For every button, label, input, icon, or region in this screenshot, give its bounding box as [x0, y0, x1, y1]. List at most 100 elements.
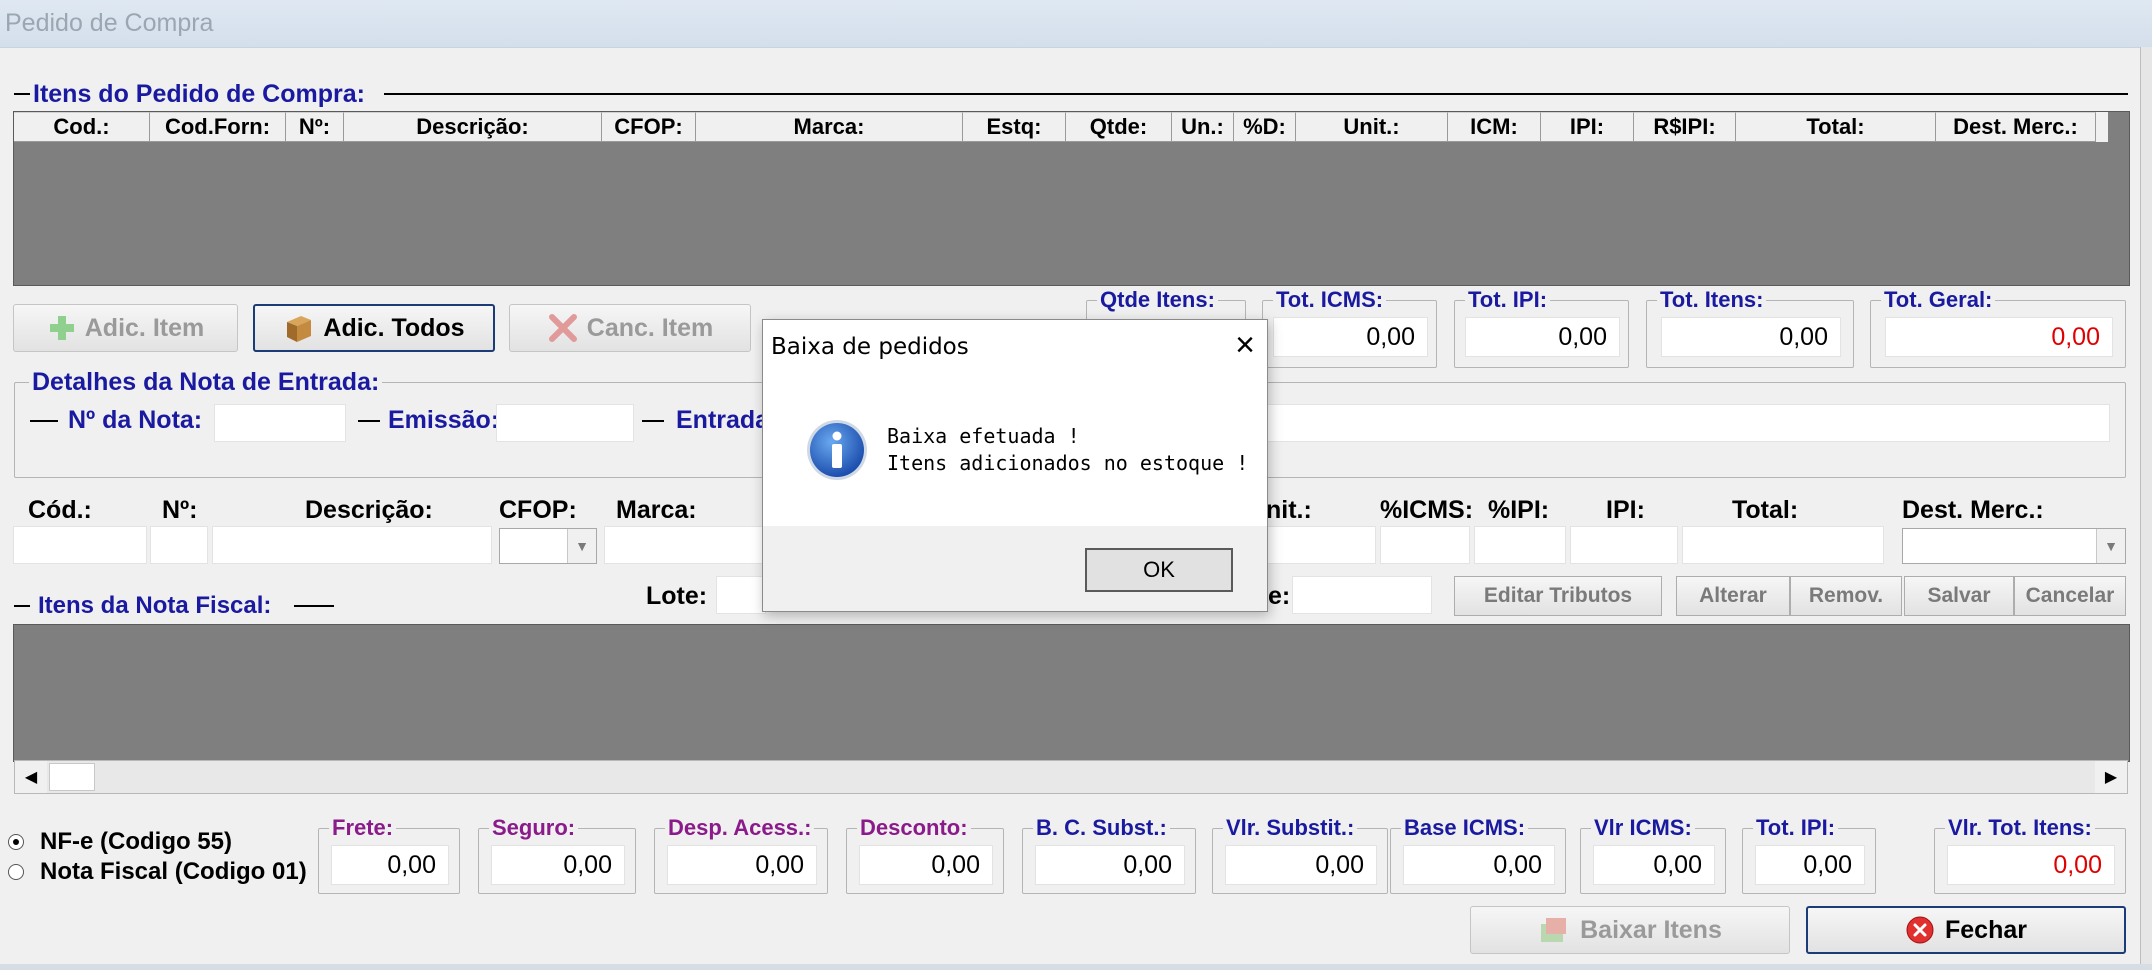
plus-icon	[49, 316, 74, 340]
col-estq[interactable]: Estq:	[963, 112, 1066, 142]
alterar-button[interactable]: Alterar	[1676, 576, 1790, 616]
radio-nota-fiscal-label[interactable]: Nota Fiscal (Codigo 01)	[40, 858, 307, 886]
dialog-message-line2: Itens adicionados no estoque !	[887, 451, 1249, 475]
marca-input[interactable]	[604, 526, 764, 564]
footer-tot-ipi-group: Tot. IPI: 0,00	[1742, 815, 1876, 894]
desconto-value[interactable]: 0,00	[859, 845, 993, 885]
nota-items-grid[interactable]	[13, 624, 2130, 762]
col-rs-ipi[interactable]: R$IPI:	[1634, 112, 1736, 142]
cod-input[interactable]	[13, 526, 147, 564]
nro-nota-input[interactable]	[214, 404, 346, 442]
emissao-label: Emissão:	[388, 406, 500, 434]
col-icm[interactable]: ICM:	[1448, 112, 1541, 142]
col-cod-forn[interactable]: Cod.Forn:	[150, 112, 286, 142]
tot-geral-value: 0,00	[1885, 317, 2113, 357]
radio-nota-fiscal[interactable]	[8, 864, 24, 880]
col-dest-merc[interactable]: Dest. Merc.:	[1936, 112, 2096, 142]
tot-ipi-group: Tot. IPI: 0,00	[1454, 287, 1629, 368]
baixar-itens-button[interactable]: Baixar Itens	[1470, 906, 1790, 954]
adic-todos-label: Adic. Todos	[323, 313, 465, 342]
seguro-group: Seguro: 0,00	[478, 815, 636, 894]
detalhes-input[interactable]	[1266, 404, 2110, 442]
base-icms-value[interactable]: 0,00	[1403, 845, 1555, 885]
fechar-button[interactable]: Fechar	[1806, 906, 2126, 954]
desconto-label: Desconto:	[857, 815, 971, 841]
vlr-subst-value[interactable]: 0,00	[1225, 845, 1377, 885]
descricao-input[interactable]	[212, 526, 492, 564]
desp-acess-group: Desp. Acess.: 0,00	[654, 815, 828, 894]
col-un[interactable]: Un.:	[1172, 112, 1234, 142]
cancelar-label: Cancelar	[2025, 584, 2115, 607]
dialog-title: Baixa de pedidos	[771, 334, 969, 360]
desp-acess-value[interactable]: 0,00	[667, 845, 817, 885]
tot-itens-group: Tot. Itens: 0,00	[1646, 287, 1854, 368]
radio-nfe[interactable]	[8, 834, 24, 850]
unit-input[interactable]	[1266, 526, 1376, 564]
marca-label: Marca:	[616, 496, 697, 524]
ipi-input[interactable]	[1570, 526, 1678, 564]
icms-pct-input[interactable]	[1380, 526, 1470, 564]
chevron-down-icon: ▼	[567, 529, 596, 563]
descricao-label: Descrição:	[305, 496, 433, 524]
baixar-icon	[1541, 918, 1567, 942]
dest-merc-select[interactable]: ▼	[1902, 528, 2126, 564]
ipi-label: IPI:	[1606, 496, 1645, 524]
salvar-button[interactable]: Salvar	[1904, 576, 2014, 616]
radio-nfe-label[interactable]: NF-e (Codigo 55)	[40, 828, 232, 856]
total-input[interactable]	[1682, 526, 1884, 564]
vlr-tot-itens-value[interactable]: 0,00	[1947, 845, 2115, 885]
bc-subst-value[interactable]: 0,00	[1035, 845, 1185, 885]
pedido-grid-header: Cod.: Cod.Forn: Nº: Descrição: CFOP: Mar…	[14, 112, 2108, 142]
footer-tot-ipi-value[interactable]: 0,00	[1755, 845, 1865, 885]
fechar-label: Fechar	[1945, 915, 2027, 944]
ipi-pct-input[interactable]	[1474, 526, 1566, 564]
horizontal-scrollbar[interactable]: ◀ ▶	[14, 760, 2128, 794]
adic-item-label: Adic. Item	[84, 313, 205, 342]
adic-item-button[interactable]: Adic. Item	[13, 304, 238, 352]
remov-button[interactable]: Remov.	[1790, 576, 1902, 616]
col-qtde[interactable]: Qtde:	[1066, 112, 1172, 142]
nro-input[interactable]	[150, 526, 208, 564]
pedido-section-title: Itens do Pedido de Compra:	[33, 80, 365, 108]
vlr-icms-label: Vlr ICMS:	[1591, 815, 1695, 841]
base-icms-label: Base ICMS:	[1401, 815, 1529, 841]
ok-button[interactable]: OK	[1085, 548, 1233, 592]
section-line	[14, 93, 30, 95]
close-icon[interactable]: ×	[1235, 326, 1255, 365]
col-unit[interactable]: Unit.:	[1296, 112, 1448, 142]
window-right-border	[2140, 47, 2152, 970]
window-title: Pedido de Compra	[5, 9, 214, 37]
col-ipi[interactable]: IPI:	[1541, 112, 1634, 142]
emissao-input[interactable]	[496, 404, 634, 442]
tot-icms-value: 0,00	[1273, 317, 1428, 357]
col-nro[interactable]: Nº:	[286, 112, 344, 142]
col-descricao[interactable]: Descrição:	[344, 112, 602, 142]
lote-input[interactable]	[716, 576, 766, 614]
editar-tributos-button[interactable]: Editar Tributos	[1454, 576, 1662, 616]
tot-icms-group: Tot. ICMS: 0,00	[1262, 287, 1437, 368]
frete-value[interactable]: 0,00	[331, 845, 449, 885]
seguro-value[interactable]: 0,00	[491, 845, 625, 885]
vlr-subst-group: Vlr. Substit.: 0,00	[1212, 815, 1388, 894]
scroll-right-icon[interactable]: ▶	[2095, 761, 2127, 793]
adic-todos-button[interactable]: Adic. Todos	[253, 304, 495, 352]
cancelar-button[interactable]: Cancelar	[2014, 576, 2126, 616]
col-total[interactable]: Total:	[1736, 112, 1936, 142]
canc-item-button[interactable]: Canc. Item	[509, 304, 751, 352]
chevron-down-icon: ▼	[2096, 529, 2125, 563]
scroll-left-icon[interactable]: ◀	[15, 761, 47, 793]
validade-input[interactable]	[1292, 576, 1432, 614]
col-cfop[interactable]: CFOP:	[602, 112, 696, 142]
qtde-itens-label: Qtde Itens:	[1097, 287, 1218, 313]
vlr-tot-itens-label: Vlr. Tot. Itens:	[1945, 815, 2095, 841]
scroll-thumb[interactable]	[49, 763, 95, 791]
nro-nota-label: Nº da Nota:	[68, 406, 203, 434]
cfop-select[interactable]: ▼	[499, 528, 597, 564]
vlr-icms-value[interactable]: 0,00	[1593, 845, 1715, 885]
vlr-icms-group: Vlr ICMS: 0,00	[1580, 815, 1726, 894]
col-marca[interactable]: Marca:	[696, 112, 963, 142]
col-pct-desc[interactable]: %D:	[1234, 112, 1296, 142]
col-cod[interactable]: Cod.:	[14, 112, 150, 142]
desconto-group: Desconto: 0,00	[846, 815, 1004, 894]
detalhes-section-title: Detalhes da Nota de Entrada:	[29, 368, 383, 397]
